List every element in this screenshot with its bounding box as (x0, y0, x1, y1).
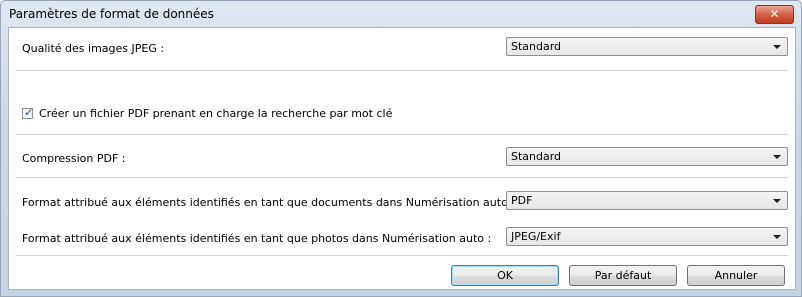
auto-doc-format-label: Format attribué aux éléments identifiés … (22, 196, 515, 209)
pdf-compression-label: Compression PDF : (22, 152, 126, 165)
separator (16, 255, 788, 256)
separator (16, 134, 788, 135)
chevron-down-icon (773, 45, 781, 49)
jpeg-quality-select[interactable]: Standard (506, 37, 788, 56)
jpeg-quality-value: Standard (511, 40, 562, 53)
close-button[interactable]: ✕ (755, 5, 794, 24)
pdf-search-label[interactable]: Créer un fichier PDF prenant en charge l… (39, 107, 392, 120)
chevron-down-icon (773, 199, 781, 203)
close-icon: ✕ (769, 7, 780, 21)
separator (16, 177, 788, 178)
default-button[interactable]: Par défaut (569, 265, 677, 286)
ok-button[interactable]: OK (451, 265, 559, 286)
auto-photo-format-label: Format attribué aux éléments identifiés … (22, 232, 492, 245)
auto-doc-format-select[interactable]: PDF (506, 191, 788, 210)
dialog-window: Paramètres de format de données ✕ Qualit… (0, 0, 802, 297)
chevron-down-icon (773, 235, 781, 239)
cancel-button[interactable]: Annuler (687, 265, 785, 286)
title-bar: Paramètres de format de données ✕ (1, 1, 801, 27)
checkmark-icon: ✓ (24, 106, 34, 119)
auto-photo-format-select[interactable]: JPEG/Exif (506, 227, 788, 246)
auto-doc-format-value: PDF (511, 194, 533, 207)
jpeg-quality-label: Qualité des images JPEG : (22, 42, 165, 55)
auto-photo-format-value: JPEG/Exif (511, 230, 561, 243)
window-title: Paramètres de format de données (9, 7, 214, 21)
dialog-content: Qualité des images JPEG : Standard ✓ Cré… (8, 27, 796, 290)
pdf-compression-value: Standard (511, 150, 562, 163)
pdf-compression-select[interactable]: Standard (506, 147, 788, 166)
pdf-search-checkbox[interactable]: ✓ (22, 106, 34, 119)
chevron-down-icon (773, 155, 781, 159)
separator (16, 70, 788, 71)
